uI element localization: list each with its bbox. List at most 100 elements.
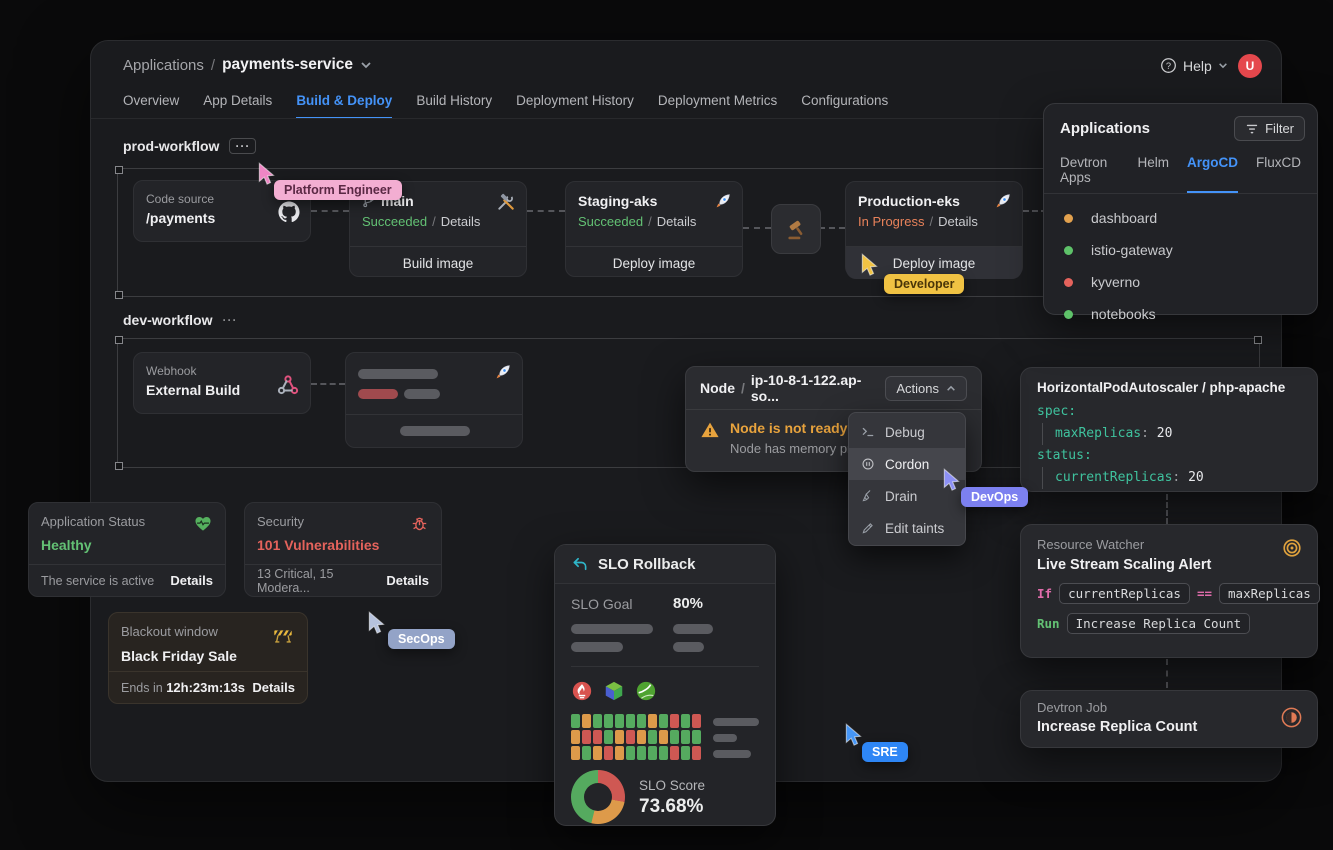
approval-gate[interactable]: [771, 204, 821, 254]
tab-overview[interactable]: Overview: [123, 93, 179, 119]
chevron-down-icon[interactable]: [360, 61, 372, 69]
details-link[interactable]: Details: [386, 573, 429, 588]
tab-app-details[interactable]: App Details: [203, 93, 272, 119]
skeleton-bar: [713, 718, 759, 726]
app-name: payments-service: [222, 56, 353, 74]
status-dot: [1064, 278, 1073, 287]
avatar[interactable]: U: [1238, 54, 1262, 78]
applications-panel: Applications Filter Devtron Apps Helm Ar…: [1043, 103, 1318, 315]
node-kind: Node: [700, 380, 735, 396]
prod-workflow-title: prod-workflow: [123, 138, 219, 154]
heatmap-cell: [604, 746, 613, 760]
slo-source-icons: [571, 680, 657, 702]
breadcrumb: Applications / payments-service: [123, 56, 372, 74]
list-item-istio-gateway[interactable]: istio-gateway: [1064, 234, 1301, 266]
heatmap-cell: [637, 746, 646, 760]
role-badge-developer: Developer: [884, 274, 964, 294]
menu-item-label: Cordon: [885, 457, 929, 472]
cursor-developer: [859, 253, 879, 277]
list-item-kyverno[interactable]: kyverno: [1064, 266, 1301, 298]
heatmap-cell: [659, 714, 668, 728]
stage-status: In Progress: [858, 214, 924, 229]
staging-stage-card[interactable]: Staging-aks Succeeded / Details Deploy i…: [565, 181, 743, 277]
tab-fluxcd[interactable]: FluxCD: [1256, 155, 1301, 193]
resize-handle[interactable]: [115, 336, 123, 344]
avatar-initial: U: [1246, 59, 1255, 73]
resize-handle[interactable]: [115, 291, 123, 299]
details-link[interactable]: Details: [252, 680, 295, 695]
action-label: Deploy image: [893, 256, 976, 271]
deploy-image-action[interactable]: Deploy image: [566, 246, 742, 279]
svg-text:?: ?: [1166, 61, 1171, 71]
resource-watcher-panel: Resource Watcher Live Stream Scaling Ale…: [1020, 524, 1318, 658]
tab-build-deploy[interactable]: Build & Deploy: [296, 93, 392, 119]
tab-helm[interactable]: Helm: [1137, 155, 1169, 193]
help-menu[interactable]: ? Help: [1160, 57, 1228, 74]
tab-devtron-apps[interactable]: Devtron Apps: [1060, 155, 1119, 193]
tab-deployment-history[interactable]: Deployment History: [516, 93, 634, 119]
menu-item-debug[interactable]: Debug: [849, 416, 965, 448]
hpa-title: HorizontalPodAutoscaler / php-apache: [1021, 368, 1317, 395]
blackout-window-card: Blackout window Black Friday Sale Ends i…: [108, 612, 308, 704]
menu-item-label: Edit taints: [885, 521, 944, 536]
slo-heatmap: [571, 714, 701, 760]
details-link[interactable]: Details: [657, 214, 697, 229]
resize-handle[interactable]: [1254, 336, 1262, 344]
status-dot: [1064, 246, 1073, 255]
webhook-card[interactable]: Webhook External Build: [133, 352, 311, 414]
heatmap-cell: [692, 730, 701, 744]
panel-connector: [1166, 494, 1168, 524]
pipeline-connector: [527, 210, 565, 212]
application-status-value: Healthy: [29, 533, 225, 553]
yaml-key: currentReplicas: [1055, 470, 1172, 485]
yaml-value: 20: [1157, 426, 1173, 441]
list-item-dashboard[interactable]: dashboard: [1064, 202, 1301, 234]
list-item-notebooks[interactable]: notebooks: [1064, 298, 1301, 330]
applications-tabs: Devtron Apps Helm ArgoCD FluxCD: [1044, 141, 1317, 193]
slo-panel-title: SLO Rollback: [598, 556, 696, 573]
watcher-run-row: Run Increase Replica Count: [1021, 604, 1317, 634]
run-keyword: Run: [1037, 616, 1060, 631]
resize-handle[interactable]: [115, 462, 123, 470]
drain-icon: [861, 489, 875, 503]
menu-item-edit-taints[interactable]: Edit taints: [849, 512, 965, 544]
actions-button[interactable]: Actions: [885, 376, 967, 401]
tab-deployment-metrics[interactable]: Deployment Metrics: [658, 93, 777, 119]
skeleton-bar: [713, 734, 737, 742]
gavel-icon: [783, 216, 809, 242]
rollback-icon: [571, 555, 589, 573]
rocket-icon: [492, 363, 512, 383]
heatmap-cell: [659, 730, 668, 744]
chevron-down-icon: [1218, 62, 1228, 69]
tab-build-history[interactable]: Build History: [416, 93, 492, 119]
dev-workflow-header: dev-workflow ···: [123, 312, 237, 328]
details-link[interactable]: Details: [170, 573, 213, 588]
details-link[interactable]: Details: [441, 214, 481, 229]
dev-workflow-more-button[interactable]: ···: [222, 313, 237, 327]
live-watch-icon: [1281, 537, 1303, 559]
resize-handle[interactable]: [115, 166, 123, 174]
build-image-action[interactable]: Build image: [350, 246, 526, 279]
heart-pulse-icon: [193, 514, 213, 533]
tab-argocd[interactable]: ArgoCD: [1187, 155, 1238, 193]
rocket-icon: [992, 192, 1012, 212]
heatmap-cell: [582, 714, 591, 728]
breadcrumb-root[interactable]: Applications: [123, 57, 204, 74]
yaml-key: spec:: [1037, 404, 1076, 419]
skeleton-bar: [673, 624, 713, 634]
yaml-key: status:: [1037, 448, 1092, 463]
filter-button[interactable]: Filter: [1234, 116, 1305, 141]
heatmap-cell: [681, 746, 690, 760]
heatmap-cell: [615, 746, 624, 760]
help-icon: ?: [1160, 57, 1177, 74]
heatmap-cell: [670, 714, 679, 728]
node-warning-detail: Node has memory pre: [730, 441, 859, 456]
yaml-key: maxReplicas: [1055, 426, 1141, 441]
tab-configurations[interactable]: Configurations: [801, 93, 888, 119]
application-status-label: Application Status: [41, 514, 145, 529]
status-dot: [1064, 214, 1073, 223]
prod-workflow-more-button[interactable]: ···: [229, 138, 256, 154]
cursor-secops: [366, 611, 386, 635]
action-label: Build image: [403, 256, 474, 271]
details-link[interactable]: Details: [938, 214, 978, 229]
